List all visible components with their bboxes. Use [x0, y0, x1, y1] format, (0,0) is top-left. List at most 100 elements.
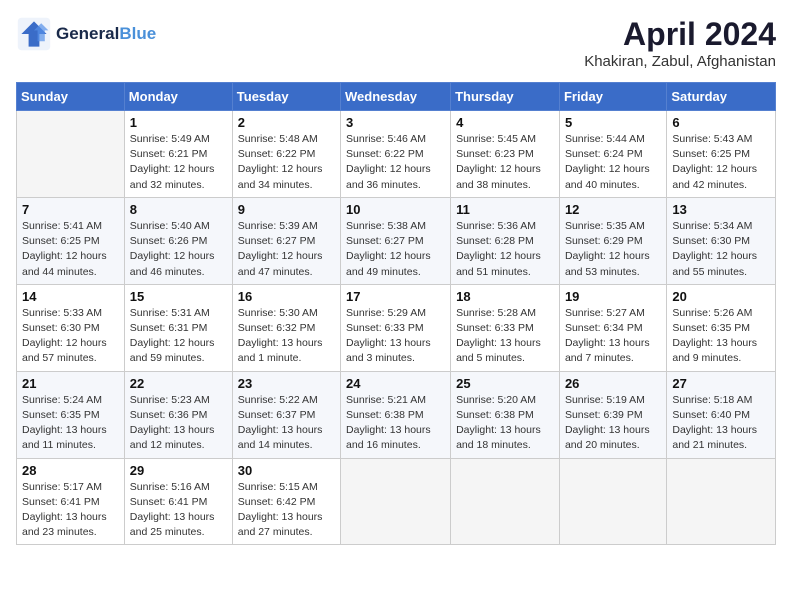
calendar-cell: 21 Sunrise: 5:24 AM Sunset: 6:35 PM Dayli… — [17, 371, 125, 458]
calendar-cell: 23 Sunrise: 5:22 AM Sunset: 6:37 PM Dayli… — [232, 371, 340, 458]
calendar-cell: 7 Sunrise: 5:41 AM Sunset: 6:25 PM Daylig… — [17, 197, 125, 284]
day-info: Sunrise: 5:24 AM Sunset: 6:35 PM Dayligh… — [22, 393, 119, 454]
day-number: 23 — [238, 376, 335, 391]
calendar-cell: 27 Sunrise: 5:18 AM Sunset: 6:40 PM Dayli… — [667, 371, 776, 458]
calendar-cell: 15 Sunrise: 5:31 AM Sunset: 6:31 PM Dayli… — [124, 284, 232, 371]
calendar-cell: 30 Sunrise: 5:15 AM Sunset: 6:42 PM Dayli… — [232, 458, 340, 545]
day-number: 14 — [22, 289, 119, 304]
calendar-cell: 13 Sunrise: 5:34 AM Sunset: 6:30 PM Dayli… — [667, 197, 776, 284]
header-friday: Friday — [559, 83, 666, 111]
header-tuesday: Tuesday — [232, 83, 340, 111]
logo: GeneralBlue — [16, 16, 156, 52]
calendar-cell: 14 Sunrise: 5:33 AM Sunset: 6:30 PM Dayli… — [17, 284, 125, 371]
calendar-cell: 18 Sunrise: 5:28 AM Sunset: 6:33 PM Dayli… — [451, 284, 560, 371]
calendar-cell — [451, 458, 560, 545]
day-info: Sunrise: 5:34 AM Sunset: 6:30 PM Dayligh… — [672, 219, 770, 280]
calendar-cell — [559, 458, 666, 545]
day-info: Sunrise: 5:20 AM Sunset: 6:38 PM Dayligh… — [456, 393, 554, 454]
title-area: April 2024 Khakiran, Zabul, Afghanistan — [584, 16, 776, 70]
calendar-cell: 1Sunrise: 5:49 AM Sunset: 6:21 PM Daylig… — [124, 111, 232, 198]
calendar-cell: 2Sunrise: 5:48 AM Sunset: 6:22 PM Daylig… — [232, 111, 340, 198]
day-number: 20 — [672, 289, 770, 304]
day-number: 29 — [130, 463, 227, 478]
calendar-cell: 24Sunrise: 5:21 AM Sunset: 6:38 PM Dayli… — [341, 371, 451, 458]
day-number: 4 — [456, 115, 554, 130]
day-number: 13 — [672, 202, 770, 217]
day-number: 27 — [672, 376, 770, 391]
week-row-1: 1Sunrise: 5:49 AM Sunset: 6:21 PM Daylig… — [17, 111, 776, 198]
header-saturday: Saturday — [667, 83, 776, 111]
calendar-cell: 11 Sunrise: 5:36 AM Sunset: 6:28 PM Dayli… — [451, 197, 560, 284]
calendar-cell: 19 Sunrise: 5:27 AM Sunset: 6:34 PM Dayli… — [559, 284, 666, 371]
day-info: Sunrise: 5:36 AM Sunset: 6:28 PM Dayligh… — [456, 219, 554, 280]
calendar-cell: 26Sunrise: 5:19 AM Sunset: 6:39 PM Dayli… — [559, 371, 666, 458]
day-number: 10 — [346, 202, 445, 217]
day-number: 15 — [130, 289, 227, 304]
day-number: 22 — [130, 376, 227, 391]
logo-icon — [16, 16, 52, 52]
day-number: 11 — [456, 202, 554, 217]
day-info: Sunrise: 5:18 AM Sunset: 6:40 PM Dayligh… — [672, 393, 770, 454]
day-info: Sunrise: 5:27 AM Sunset: 6:34 PM Dayligh… — [565, 306, 661, 367]
day-info: Sunrise: 5:17 AM Sunset: 6:41 PM Dayligh… — [22, 480, 119, 541]
calendar-header-row: SundayMondayTuesdayWednesdayThursdayFrid… — [17, 83, 776, 111]
week-row-5: 28Sunrise: 5:17 AM Sunset: 6:41 PM Dayli… — [17, 458, 776, 545]
day-info: Sunrise: 5:43 AM Sunset: 6:25 PM Dayligh… — [672, 132, 770, 193]
location-title: Khakiran, Zabul, Afghanistan — [584, 53, 776, 70]
calendar-cell: 22 Sunrise: 5:23 AM Sunset: 6:36 PM Dayli… — [124, 371, 232, 458]
day-info: Sunrise: 5:22 AM Sunset: 6:37 PM Dayligh… — [238, 393, 335, 454]
day-info: Sunrise: 5:23 AM Sunset: 6:36 PM Dayligh… — [130, 393, 227, 454]
day-number: 26 — [565, 376, 661, 391]
day-number: 21 — [22, 376, 119, 391]
calendar-cell: 16 Sunrise: 5:30 AM Sunset: 6:32 PM Dayli… — [232, 284, 340, 371]
day-number: 3 — [346, 115, 445, 130]
day-info: Sunrise: 5:48 AM Sunset: 6:22 PM Dayligh… — [238, 132, 335, 193]
page-header: GeneralBlue April 2024 Khakiran, Zabul, … — [16, 16, 776, 70]
header-sunday: Sunday — [17, 83, 125, 111]
day-number: 16 — [238, 289, 335, 304]
calendar-cell: 5Sunrise: 5:44 AM Sunset: 6:24 PM Daylig… — [559, 111, 666, 198]
day-number: 18 — [456, 289, 554, 304]
day-number: 12 — [565, 202, 661, 217]
day-info: Sunrise: 5:21 AM Sunset: 6:38 PM Dayligh… — [346, 393, 445, 454]
calendar-cell: 17 Sunrise: 5:29 AM Sunset: 6:33 PM Dayli… — [341, 284, 451, 371]
calendar-cell — [17, 111, 125, 198]
calendar-cell — [341, 458, 451, 545]
day-number: 5 — [565, 115, 661, 130]
day-number: 30 — [238, 463, 335, 478]
day-info: Sunrise: 5:31 AM Sunset: 6:31 PM Dayligh… — [130, 306, 227, 367]
day-info: Sunrise: 5:33 AM Sunset: 6:30 PM Dayligh… — [22, 306, 119, 367]
day-info: Sunrise: 5:15 AM Sunset: 6:42 PM Dayligh… — [238, 480, 335, 541]
calendar-cell: 25 Sunrise: 5:20 AM Sunset: 6:38 PM Dayli… — [451, 371, 560, 458]
calendar-cell: 20 Sunrise: 5:26 AM Sunset: 6:35 PM Dayli… — [667, 284, 776, 371]
day-info: Sunrise: 5:49 AM Sunset: 6:21 PM Dayligh… — [130, 132, 227, 193]
calendar-cell: 9Sunrise: 5:39 AM Sunset: 6:27 PM Daylig… — [232, 197, 340, 284]
day-info: Sunrise: 5:38 AM Sunset: 6:27 PM Dayligh… — [346, 219, 445, 280]
calendar-cell: 28Sunrise: 5:17 AM Sunset: 6:41 PM Dayli… — [17, 458, 125, 545]
header-wednesday: Wednesday — [341, 83, 451, 111]
day-info: Sunrise: 5:41 AM Sunset: 6:25 PM Dayligh… — [22, 219, 119, 280]
calendar-cell: 4Sunrise: 5:45 AM Sunset: 6:23 PM Daylig… — [451, 111, 560, 198]
calendar-cell: 12 Sunrise: 5:35 AM Sunset: 6:29 PM Dayli… — [559, 197, 666, 284]
header-thursday: Thursday — [451, 83, 560, 111]
day-info: Sunrise: 5:46 AM Sunset: 6:22 PM Dayligh… — [346, 132, 445, 193]
day-info: Sunrise: 5:30 AM Sunset: 6:32 PM Dayligh… — [238, 306, 335, 367]
day-info: Sunrise: 5:29 AM Sunset: 6:33 PM Dayligh… — [346, 306, 445, 367]
calendar-cell: 3 Sunrise: 5:46 AM Sunset: 6:22 PM Daylig… — [341, 111, 451, 198]
day-info: Sunrise: 5:35 AM Sunset: 6:29 PM Dayligh… — [565, 219, 661, 280]
calendar-cell: 29 Sunrise: 5:16 AM Sunset: 6:41 PM Dayli… — [124, 458, 232, 545]
day-info: Sunrise: 5:16 AM Sunset: 6:41 PM Dayligh… — [130, 480, 227, 541]
day-number: 9 — [238, 202, 335, 217]
day-number: 19 — [565, 289, 661, 304]
day-number: 25 — [456, 376, 554, 391]
day-info: Sunrise: 5:28 AM Sunset: 6:33 PM Dayligh… — [456, 306, 554, 367]
week-row-3: 14 Sunrise: 5:33 AM Sunset: 6:30 PM Dayli… — [17, 284, 776, 371]
day-info: Sunrise: 5:26 AM Sunset: 6:35 PM Dayligh… — [672, 306, 770, 367]
logo-text: GeneralBlue — [56, 24, 156, 44]
day-number: 7 — [22, 202, 119, 217]
day-info: Sunrise: 5:40 AM Sunset: 6:26 PM Dayligh… — [130, 219, 227, 280]
calendar-cell: 10 Sunrise: 5:38 AM Sunset: 6:27 PM Dayli… — [341, 197, 451, 284]
day-number: 17 — [346, 289, 445, 304]
header-monday: Monday — [124, 83, 232, 111]
calendar-cell: 6Sunrise: 5:43 AM Sunset: 6:25 PM Daylig… — [667, 111, 776, 198]
